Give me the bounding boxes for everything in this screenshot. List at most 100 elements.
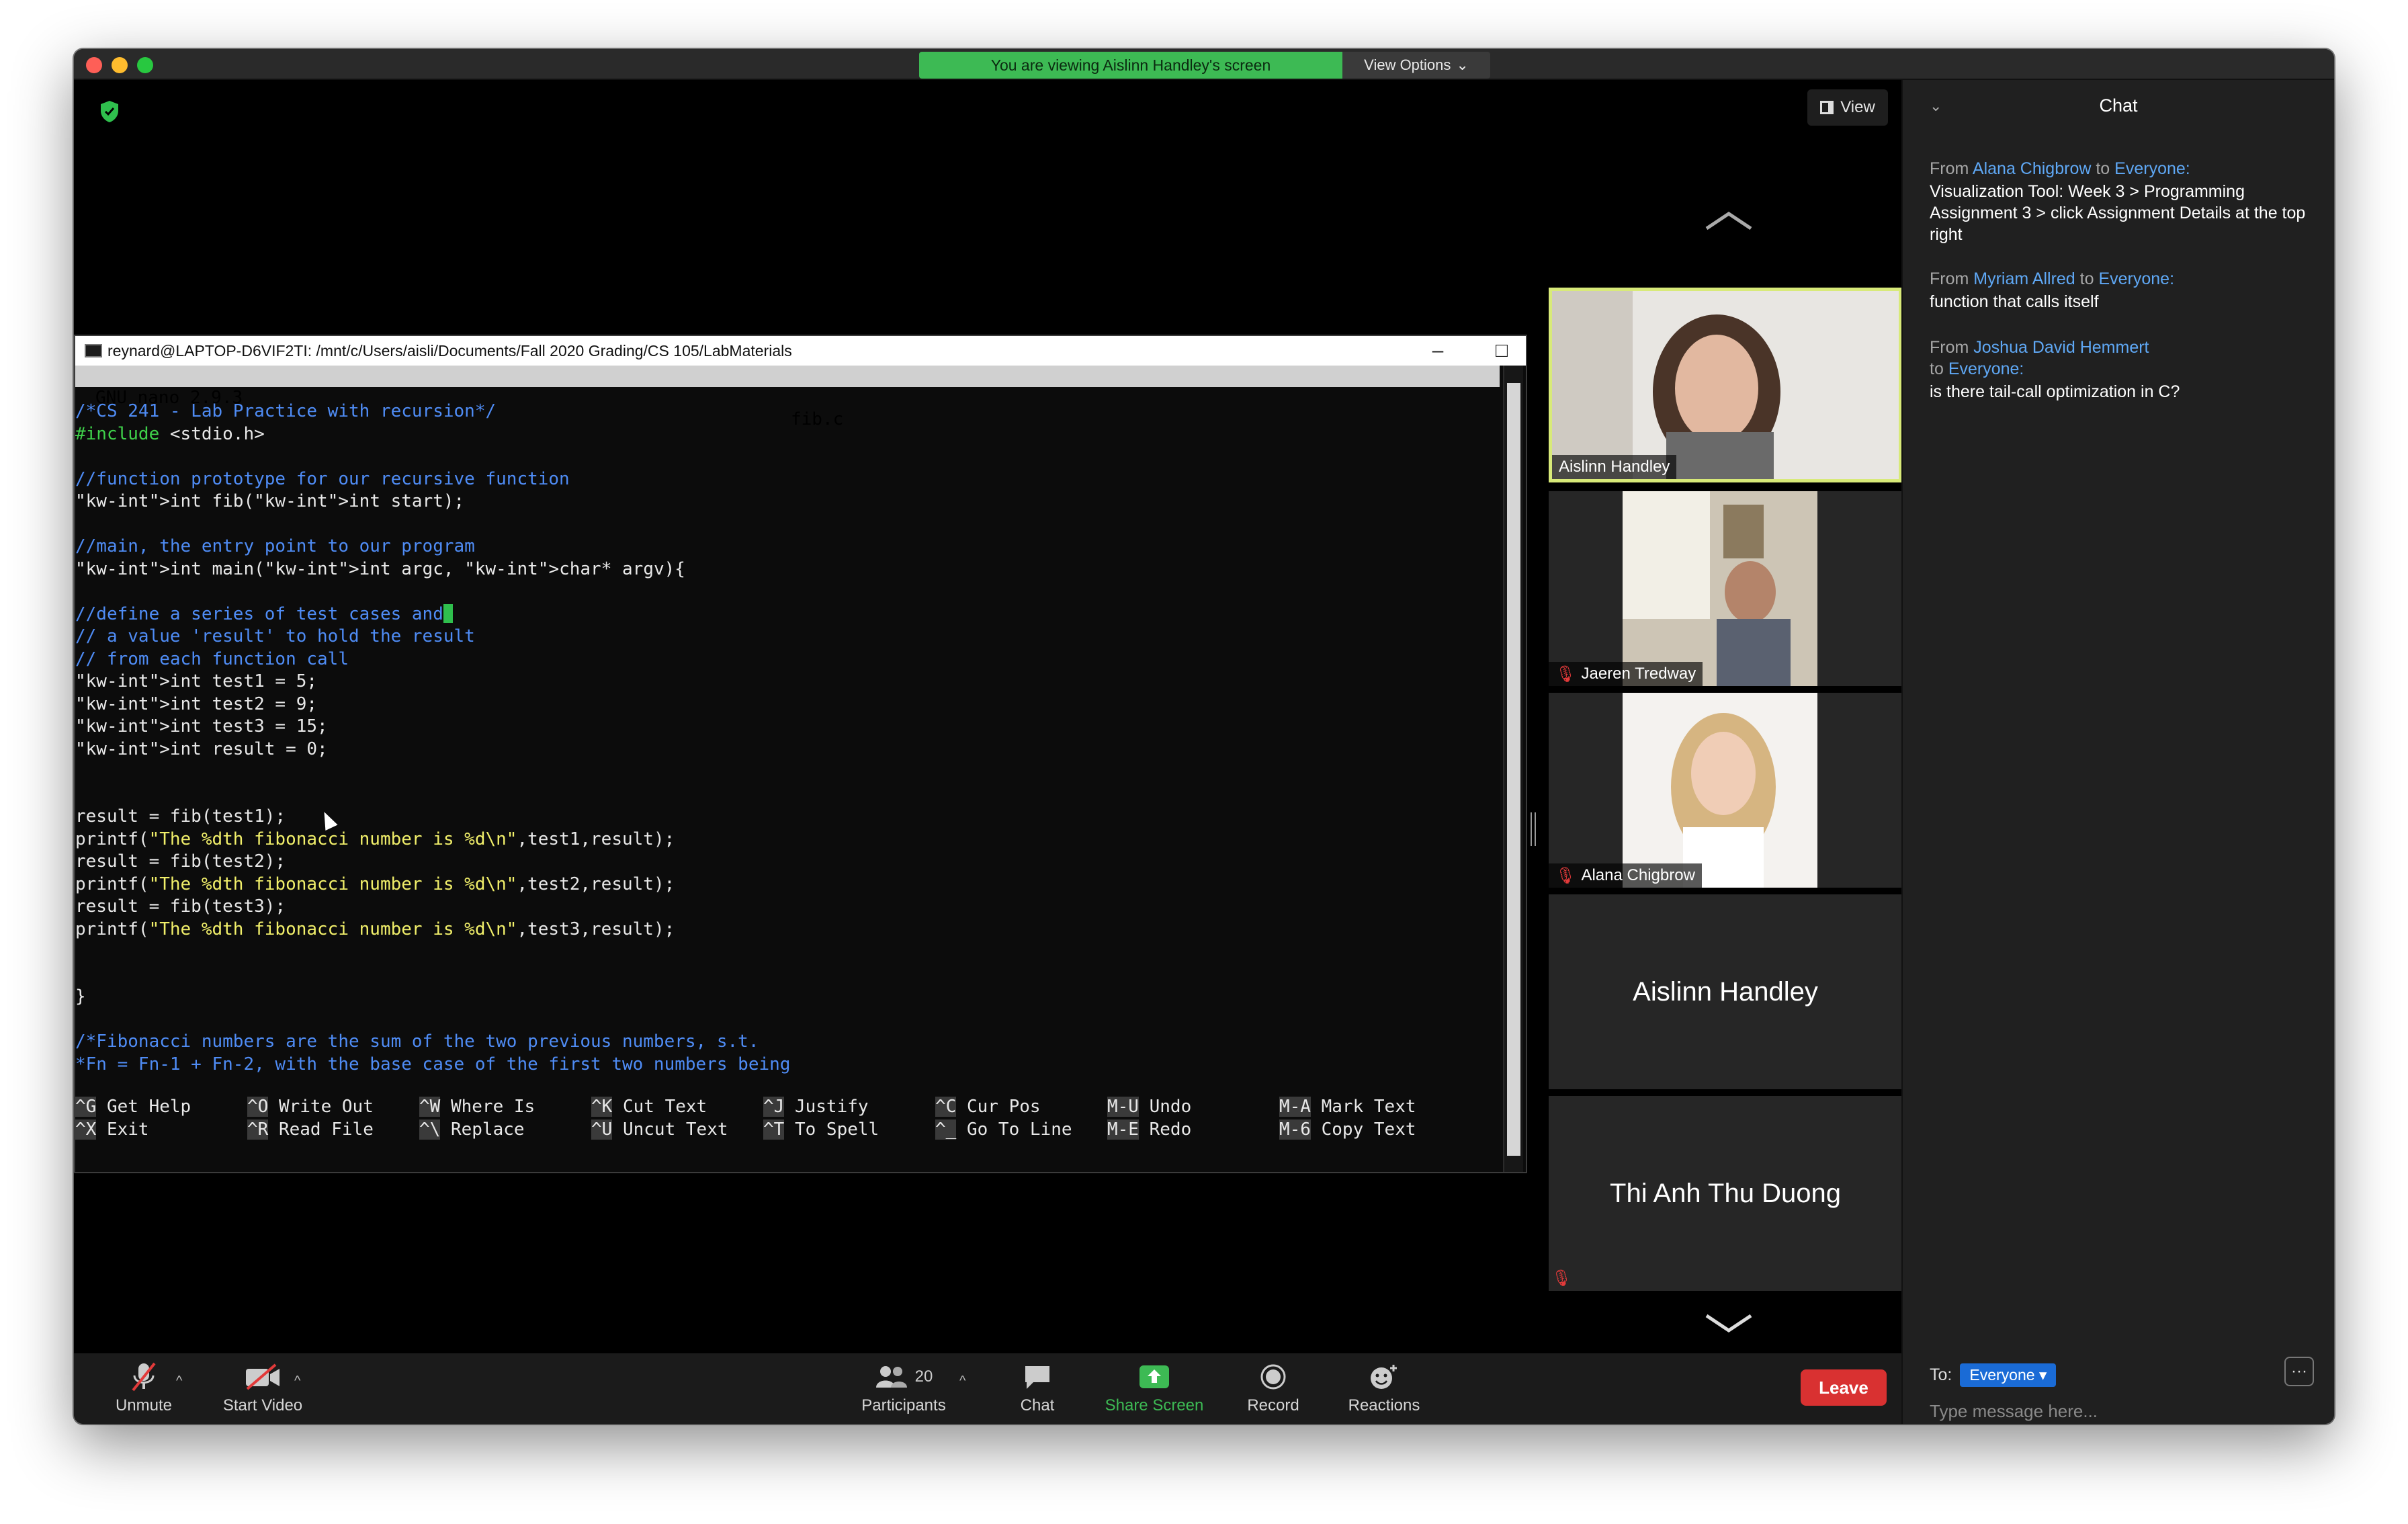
mic-muted-icon: 🎙: [1551, 1269, 1572, 1287]
chat-button[interactable]: Chat: [1004, 1353, 1071, 1424]
participants-options-caret[interactable]: ^: [959, 1373, 965, 1389]
terminal-minimize-button[interactable]: –: [1406, 336, 1470, 366]
scrollbar-thumb[interactable]: [1507, 383, 1520, 1156]
terminal-scrollbar[interactable]: [1503, 366, 1523, 1172]
collapse-chevron-icon[interactable]: ⌄: [1930, 97, 1942, 115]
start-video-button[interactable]: Start Video: [206, 1353, 320, 1424]
nano-shortcut: ^_ Go To Line: [935, 1119, 1072, 1140]
participant-name-label: 🎙 Jaeren Tredway: [1549, 662, 1703, 686]
participant-name-placeholder: Thi Anh Thu Duong: [1610, 1178, 1841, 1208]
nano-shortcut: ^X Exit: [75, 1119, 149, 1140]
message-sender[interactable]: Myriam Allred: [1973, 269, 2075, 288]
code-line: //main, the entry point to our program: [75, 536, 475, 556]
nano-shortcut: ^C Cur Pos: [935, 1097, 1041, 1117]
record-button[interactable]: Record: [1236, 1353, 1310, 1424]
code-line: /*Fibonacci numbers are the sum of the t…: [75, 1031, 759, 1052]
chat-header: ⌄ Chat: [1903, 80, 2334, 131]
meeting-toolbar: Unmute ^ Start Video ^ 20 Participants ^…: [74, 1353, 1901, 1424]
code-line: "kw-int">int fib("kw-int">int start);: [75, 491, 465, 511]
terminal-maximize-button[interactable]: □: [1469, 336, 1534, 366]
record-icon: [1260, 1364, 1286, 1389]
code-line: printf("The %dth fibonacci number is %d\…: [75, 874, 675, 894]
nano-shortcut: ^T To Spell: [763, 1119, 879, 1140]
view-options-label: View Options: [1364, 56, 1451, 73]
code-editor[interactable]: /*CS 241 - Lab Practice with recursion*/…: [75, 400, 1500, 1076]
video-tile-active-speaker[interactable]: Aislinn Handley: [1549, 288, 1902, 482]
resize-handle[interactable]: [1531, 812, 1536, 846]
video-tile[interactable]: 🎙 Alana Chigbrow: [1549, 693, 1902, 888]
minimize-window-button[interactable]: [112, 57, 128, 73]
terminal-title: reynard@LAPTOP-D6VIF2TI: /mnt/c/Users/ai…: [108, 341, 792, 359]
participant-name-label: 🎙 Alana Chigbrow: [1549, 863, 1702, 888]
gallery-up-button[interactable]: [1698, 208, 1759, 235]
reactions-button[interactable]: Reactions: [1337, 1353, 1431, 1424]
video-camera-off-icon: [246, 1363, 280, 1390]
code-line: result = fib(test1);: [75, 806, 286, 827]
code-line: //define a series of test cases and: [75, 603, 1500, 626]
nano-shortcut: ^R Read File: [247, 1119, 374, 1140]
code-line: }: [75, 986, 86, 1007]
leave-meeting-button[interactable]: Leave: [1801, 1369, 1887, 1406]
participants-icon: [875, 1365, 907, 1388]
participant-count: 20: [914, 1367, 933, 1386]
more-options-button[interactable]: ···: [2284, 1357, 2314, 1386]
nano-shortcut: ^W Where Is: [419, 1097, 535, 1117]
nano-shortcut: ^G Get Help: [75, 1097, 191, 1117]
view-button[interactable]: View: [1807, 89, 1888, 126]
participant-video: [1623, 491, 1817, 686]
chevron-down-icon: [1705, 1314, 1752, 1333]
nano-shortcut: ^J Justify: [763, 1097, 869, 1117]
mic-muted-icon: 🎙: [1555, 665, 1576, 683]
terminal-window[interactable]: reynard@LAPTOP-D6VIF2TI: /mnt/c/Users/ai…: [74, 335, 1527, 1173]
code-line: // from each function call: [75, 648, 349, 669]
nano-shortcut: ^K Cut Text: [591, 1097, 707, 1117]
to-label: To:: [1930, 1365, 1952, 1384]
chat-message: From Alana Chigbrow to Everyone: Visuali…: [1930, 158, 2326, 245]
share-screen-icon: [1140, 1365, 1169, 1388]
security-shield-icon: [101, 101, 118, 122]
gallery-down-button[interactable]: [1698, 1310, 1759, 1337]
video-options-caret[interactable]: ^: [294, 1373, 300, 1389]
maximize-window-button[interactable]: [137, 57, 153, 73]
audio-options-caret[interactable]: ^: [176, 1373, 182, 1389]
code-line: "kw-int">int result = 0;: [75, 738, 328, 759]
nano-shortcut: ^O Write Out: [247, 1097, 374, 1117]
chat-message: From Myriam Allred to Everyone: function…: [1930, 268, 2326, 312]
zoom-window: You are viewing Aislinn Handley's screen…: [74, 49, 2334, 1424]
recipient-dropdown[interactable]: Everyone ▾: [1960, 1363, 2057, 1387]
nano-header: GNU nano 2.9.3 fib.c: [75, 366, 1500, 429]
chat-message-input[interactable]: Type message here...: [1930, 1401, 2098, 1422]
video-tile[interactable]: 🎙 Jaeren Tredway: [1549, 491, 1902, 686]
code-line: "kw-int">int test1 = 5;: [75, 671, 318, 691]
view-options-button[interactable]: View Options ⌄: [1342, 52, 1490, 79]
participant-name-label: Aislinn Handley: [1552, 455, 1677, 479]
microphone-muted-icon: [132, 1362, 156, 1391]
chat-recipient-row: To: Everyone ▾: [1930, 1363, 2057, 1387]
video-tile[interactable]: Aislinn Handley: [1549, 894, 1902, 1089]
chat-panel: ⌄ Chat From Alana Chigbrow to Everyone: …: [1901, 80, 2334, 1424]
message-sender[interactable]: Alana Chigbrow: [1973, 159, 2092, 178]
code-line: "kw-int">int test2 = 9;: [75, 693, 318, 714]
share-screen-button[interactable]: Share Screen: [1094, 1353, 1215, 1424]
unmute-button[interactable]: Unmute: [103, 1353, 184, 1424]
participants-button[interactable]: 20 Participants: [847, 1353, 961, 1424]
message-text: Visualization Tool: Week 3 > Programming…: [1930, 182, 2306, 244]
text-cursor: [443, 603, 453, 623]
video-tile[interactable]: Thi Anh Thu Duong 🎙: [1549, 1096, 1902, 1291]
nano-shortcut: ^U Uncut Text: [591, 1119, 728, 1140]
chevron-up-icon: [1705, 211, 1752, 230]
message-sender[interactable]: Joshua David Hemmert: [1973, 338, 2149, 357]
chevron-down-icon: ⌄: [1456, 56, 1469, 73]
close-window-button[interactable]: [86, 57, 102, 73]
reactions-emoji-icon: [1371, 1364, 1397, 1389]
code-line: "kw-int">int main("kw-int">int argc, "kw…: [75, 558, 685, 579]
nano-shortcut: M-E Redo: [1107, 1119, 1192, 1140]
chat-bubble-icon: [1025, 1365, 1049, 1389]
view-layout-icon: [1820, 101, 1834, 114]
